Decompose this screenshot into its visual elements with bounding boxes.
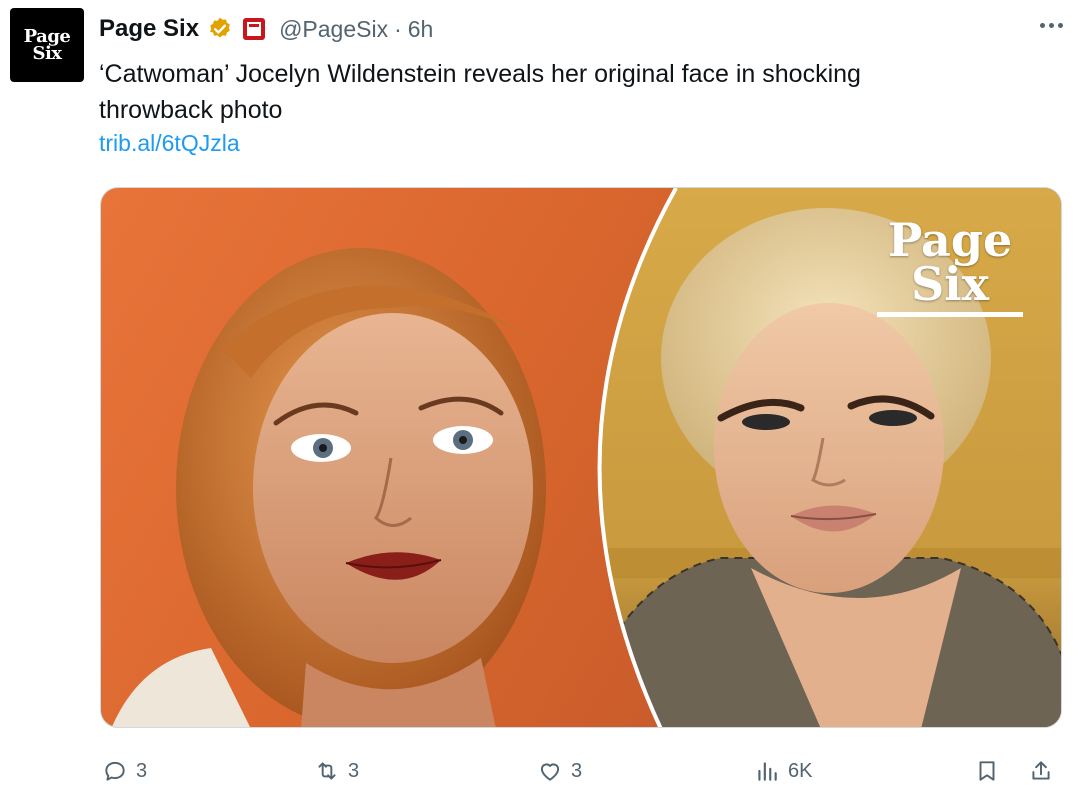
views-count: 6K — [788, 759, 813, 782]
views-bar-chart-icon — [758, 762, 777, 781]
watermark-underline — [877, 312, 1023, 317]
page-six-watermark: Page Six — [877, 213, 1023, 317]
like-button[interactable]: 3 — [537, 752, 582, 790]
reply-count: 3 — [136, 759, 148, 782]
reply-button[interactable]: 3 — [102, 752, 147, 790]
tweet-link[interactable]: trib.al/6tQJzla — [99, 130, 240, 157]
more-dot — [1039, 22, 1045, 28]
watermark-line2: Six — [910, 257, 990, 311]
heart-icon — [540, 763, 560, 781]
watermark-line1: Page — [887, 213, 1013, 267]
reply-icon — [105, 761, 125, 781]
tweet-actions: 3 3 3 6K — [100, 752, 1062, 790]
affiliate-badge-icon[interactable] — [243, 18, 266, 40]
bookmark-icon — [979, 761, 995, 781]
tweet-header: Page Six @PageSix · 6h — [99, 12, 1069, 46]
repost-button[interactable]: 3 — [314, 752, 359, 790]
repost-count: 3 — [348, 759, 360, 782]
more-options-icon[interactable] — [1031, 10, 1071, 40]
avatar-text-line2: Six — [32, 43, 62, 64]
display-name[interactable]: Page Six — [99, 15, 199, 43]
avatar[interactable]: Page Six — [10, 8, 84, 82]
verified-badge-icon — [207, 16, 233, 42]
like-count: 3 — [571, 759, 583, 782]
separator-dot: · — [394, 15, 402, 42]
tweet-text: ‘Catwoman’ Jocelyn Wildenstein reveals h… — [99, 60, 861, 124]
share-button[interactable] — [1028, 752, 1054, 790]
more-dot — [1057, 22, 1063, 28]
handle[interactable]: @PageSix — [279, 16, 388, 43]
tweet-media-image[interactable]: Page Six — [100, 187, 1062, 728]
share-icon — [1032, 761, 1050, 780]
more-dot — [1048, 22, 1054, 28]
views-button[interactable]: 6K — [754, 752, 812, 790]
repost-icon — [318, 762, 336, 780]
timestamp[interactable]: 6h — [408, 16, 434, 43]
bookmark-button[interactable] — [974, 752, 1000, 790]
